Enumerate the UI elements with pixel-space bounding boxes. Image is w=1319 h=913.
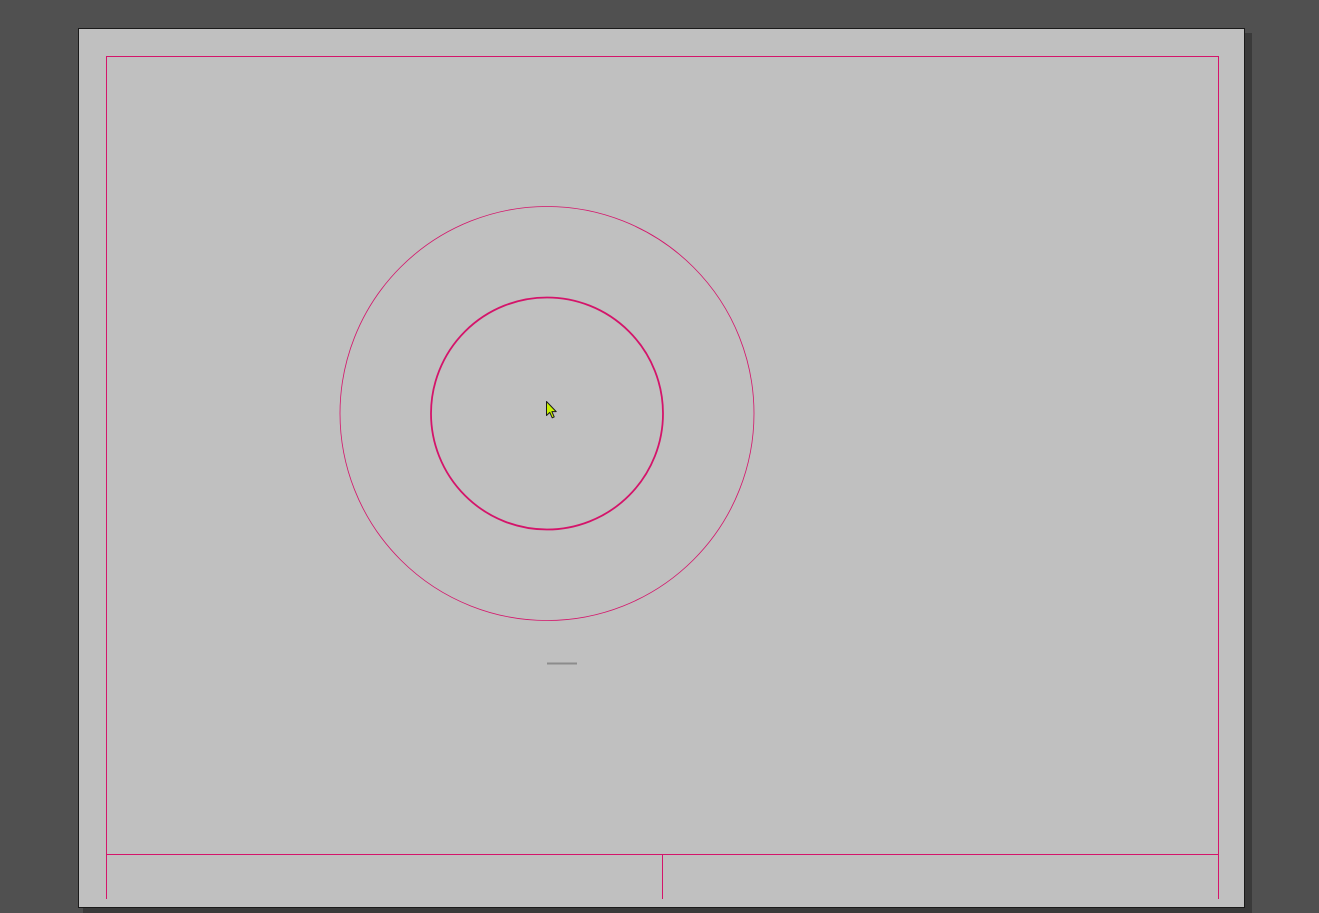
workspace-background	[0, 0, 1319, 913]
arrow-cursor-icon	[546, 401, 557, 419]
canvas-overlay	[106, 56, 1219, 900]
drawing-frame[interactable]	[106, 56, 1219, 900]
